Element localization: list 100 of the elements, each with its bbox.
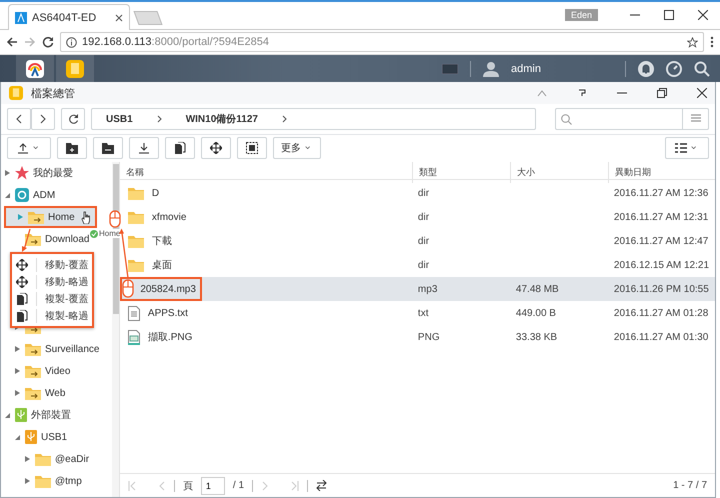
tree-item[interactable]: 外部裝置 <box>1 404 71 426</box>
forward-button[interactable] <box>31 108 55 130</box>
file-row[interactable]: D dir 2016.11.27 AM 12:36 <box>120 181 715 205</box>
modified-date: 2016.11.27 AM 12:31 <box>612 212 710 222</box>
tree-item[interactable]: Web <box>1 382 66 404</box>
expand-arrow-icon[interactable] <box>5 412 10 418</box>
modified-date: 2016.12.15 AM 12:21 <box>612 260 710 270</box>
expand-arrow-icon[interactable] <box>5 192 10 198</box>
back-icon[interactable] <box>6 36 18 48</box>
refresh-button[interactable] <box>61 108 85 130</box>
text-file-icon <box>128 306 140 320</box>
move-icon <box>16 258 28 270</box>
help-icon[interactable] <box>577 88 587 98</box>
tree-item[interactable]: Download <box>1 228 90 250</box>
copy-button[interactable] <box>165 137 195 159</box>
modified-date: 2016.11.27 AM 01:30 <box>612 332 710 342</box>
window-title: 檔案總管 <box>31 86 75 100</box>
file-row[interactable]: 桌面 dir 2016.12.15 AM 12:21 <box>120 253 715 277</box>
folder-button[interactable] <box>93 137 123 159</box>
new-folder-button[interactable] <box>57 137 87 159</box>
tree-item[interactable]: Surveillance <box>1 338 100 360</box>
expand-arrow-icon[interactable] <box>25 478 30 484</box>
close-icon[interactable] <box>115 14 123 22</box>
expand-arrow-icon[interactable] <box>15 434 20 440</box>
folder-icon <box>128 258 144 272</box>
tree-item[interactable]: Video <box>1 360 70 382</box>
view-mode-button[interactable] <box>665 137 709 159</box>
expand-arrow-icon[interactable] <box>15 368 20 374</box>
column-header[interactable]: 名稱 <box>120 162 412 183</box>
upload-button[interactable] <box>7 137 51 159</box>
expand-arrow-icon[interactable] <box>5 170 10 176</box>
close-icon[interactable] <box>698 10 708 20</box>
column-header[interactable]: 異動日期 <box>608 162 715 183</box>
file-size: 47.48 MB <box>514 284 560 294</box>
folder-icon <box>25 232 41 246</box>
app-tile[interactable] <box>16 55 54 82</box>
user-icon[interactable] <box>483 60 500 76</box>
address-field[interactable]: 192.168.0.113:8000/portal/?594E2854 <box>60 32 704 52</box>
tree-item[interactable]: USB1 <box>1 426 68 448</box>
usb-icon <box>15 408 27 422</box>
file-row[interactable]: APPS.txt txt 449.00 B 2016.11.27 AM 01:28 <box>120 301 715 325</box>
menu-item[interactable]: 移動-覆蓋 <box>12 256 92 273</box>
folder-icon <box>25 342 41 356</box>
menu-item[interactable]: 複製-覆蓋 <box>12 290 92 307</box>
breadcrumb-item[interactable]: USB1 <box>106 114 133 124</box>
page-field[interactable]: 1 <box>200 476 225 494</box>
close-icon[interactable] <box>697 88 707 98</box>
adm-icon <box>15 188 29 202</box>
expand-arrow-icon[interactable] <box>15 390 20 396</box>
star-icon[interactable] <box>687 36 698 48</box>
search-icon[interactable] <box>694 60 710 76</box>
menu-icon[interactable] <box>710 36 714 48</box>
modified-date: 2016.11.27 AM 12:47 <box>612 236 710 246</box>
file-name: APPS.txt <box>148 308 188 318</box>
menu-item[interactable]: 移動-略過 <box>12 273 92 290</box>
annotation-arrow <box>119 228 129 278</box>
select-button[interactable] <box>237 137 267 159</box>
url-text: 192.168.0.113:8000/portal/?594E2854 <box>82 36 269 48</box>
column-header[interactable]: 類型 <box>412 162 510 183</box>
move-button[interactable] <box>201 137 231 159</box>
folder-icon <box>128 210 144 224</box>
tree-item[interactable]: Home <box>4 206 97 228</box>
hand-cursor-icon <box>80 210 91 224</box>
tree-item[interactable]: 我的最愛 <box>1 162 73 184</box>
browser-tab[interactable]: AS6404T-ED <box>8 4 130 30</box>
expand-arrow-icon[interactable] <box>25 456 30 462</box>
tree-item[interactable]: @tmp <box>1 470 82 492</box>
maximize-icon[interactable] <box>664 10 674 20</box>
expand-arrow-icon[interactable] <box>15 346 20 352</box>
folder-icon <box>35 452 51 466</box>
breadcrumb-item[interactable]: WIN10備份1127 <box>186 112 258 126</box>
file-type: mp3 <box>416 284 438 294</box>
download-button[interactable] <box>129 137 159 159</box>
collapse-icon[interactable] <box>537 89 547 97</box>
gauge-icon[interactable] <box>666 60 682 76</box>
column-header[interactable]: 大小 <box>510 162 608 183</box>
modified-date: 2016.11.26 PM 10:55 <box>612 284 710 294</box>
app-tile[interactable] <box>56 55 94 82</box>
bell-icon[interactable] <box>638 60 654 76</box>
restore-icon[interactable] <box>657 88 667 98</box>
back-button[interactable] <box>7 108 31 130</box>
app-logo-icon <box>26 60 44 78</box>
swap-icon[interactable] <box>316 480 328 491</box>
tree-item[interactable]: ADM <box>1 184 56 206</box>
folder-icon <box>28 210 44 224</box>
file-row[interactable]: 擷取.PNG PNG 33.38 KB 2016.11.27 AM 01:30 <box>120 325 715 349</box>
file-name: D <box>152 188 160 198</box>
file-row[interactable]: xfmovie dir 2016.11.27 AM 12:31 <box>120 205 715 229</box>
refresh-icon <box>68 114 78 124</box>
file-row[interactable]: 205824.mp3 mp3 47.48 MB 2016.11.26 PM 10:55 <box>120 277 715 301</box>
filter-button[interactable] <box>683 108 709 130</box>
tree-item[interactable]: @eaDir <box>1 448 90 470</box>
search-field[interactable] <box>555 108 683 130</box>
chevron-right-icon <box>156 115 162 123</box>
reload-icon[interactable] <box>42 36 54 48</box>
menu-item[interactable]: 複製-略過 <box>12 307 92 324</box>
more-button[interactable]: 更多 <box>273 137 321 159</box>
user-name[interactable]: admin <box>511 62 541 74</box>
list-view-icon <box>675 142 687 154</box>
file-row[interactable]: 下載 dir 2016.11.27 AM 12:47 <box>120 229 715 253</box>
